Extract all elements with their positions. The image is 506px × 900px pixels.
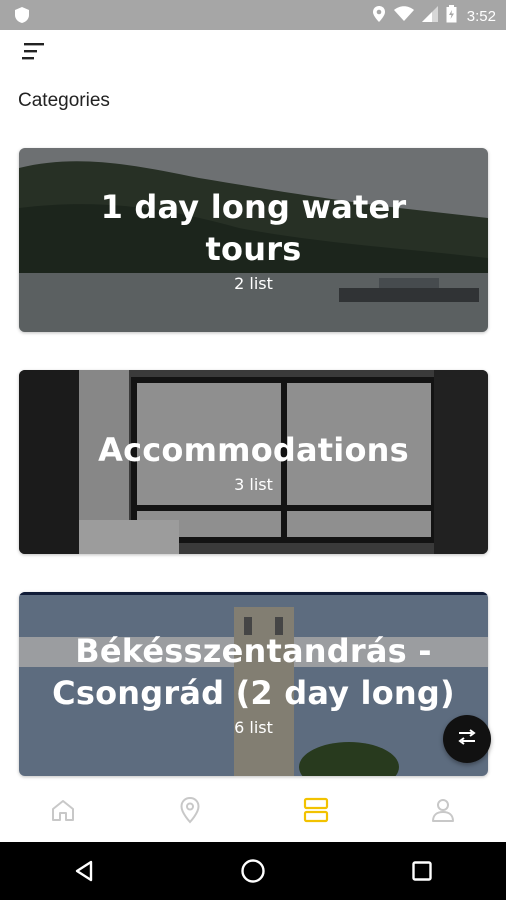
categories-icon	[303, 797, 329, 827]
system-navigation-bar	[0, 842, 506, 900]
location-pin-icon	[179, 796, 201, 828]
category-title: Békésszentandrás - Csongrád (2 day long)	[52, 631, 455, 712]
swap-icon	[457, 729, 477, 749]
nav-categories[interactable]	[253, 782, 380, 842]
nav-home[interactable]	[0, 782, 127, 842]
category-card-bekesszentandras[interactable]: Békésszentandrás - Csongrád (2 day long)…	[19, 592, 488, 776]
home-circle-icon[interactable]	[223, 842, 283, 900]
bottom-navigation	[0, 782, 506, 842]
recents-icon[interactable]	[392, 842, 452, 900]
category-count: 3 list	[234, 475, 273, 495]
page-title: Categories	[18, 90, 110, 111]
wifi-icon	[393, 6, 414, 26]
shield-icon	[14, 6, 30, 28]
nav-profile[interactable]	[380, 782, 506, 842]
category-count: 6 list	[234, 718, 273, 738]
status-bar: 3:52	[0, 0, 506, 30]
location-icon	[372, 5, 386, 27]
battery-icon	[446, 5, 457, 27]
back-icon[interactable]	[54, 842, 114, 900]
category-card-accommodations[interactable]: Accommodations 3 list	[19, 370, 488, 554]
swap-button[interactable]	[443, 715, 491, 763]
profile-icon	[431, 797, 455, 827]
category-title: 1 day long water tours	[100, 187, 407, 268]
clock: 3:52	[466, 7, 496, 25]
category-count: 2 list	[234, 274, 273, 294]
signal-icon	[421, 6, 438, 26]
nav-map[interactable]	[127, 782, 254, 842]
category-title: Accommodations	[98, 430, 409, 469]
category-card-water-tours[interactable]: 1 day long water tours 2 list	[19, 148, 488, 332]
menu-icon[interactable]	[18, 40, 48, 62]
home-icon	[50, 798, 76, 826]
